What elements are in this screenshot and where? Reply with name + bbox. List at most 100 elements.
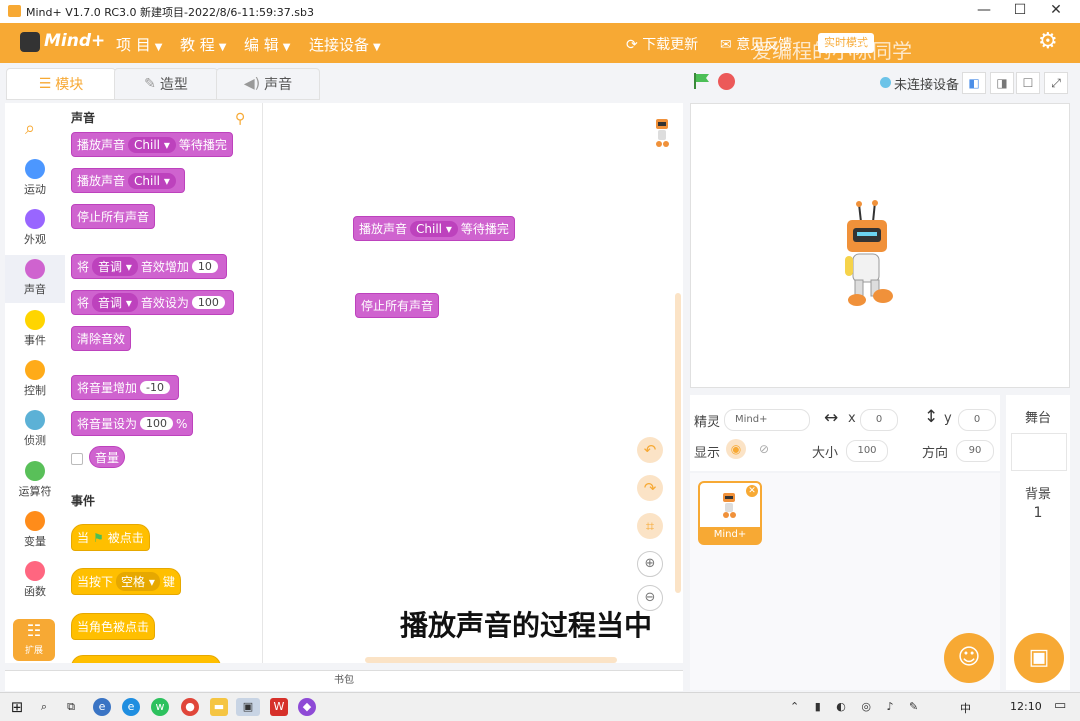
block-change-volume[interactable]: 将音量增加 -10 xyxy=(71,375,179,400)
block-stop-all-sounds[interactable]: 停止所有声音 xyxy=(71,204,156,229)
notification-icon[interactable]: ▭ xyxy=(1054,698,1066,713)
sprite-thumbnail-icon xyxy=(653,113,671,149)
close-button[interactable]: ✕ xyxy=(1038,2,1074,18)
search-icon[interactable]: ⌕ xyxy=(35,698,53,716)
volume-checkbox[interactable] xyxy=(71,453,83,465)
number-input[interactable]: 10 xyxy=(191,260,218,273)
category-variables[interactable]: 变量 xyxy=(5,511,65,549)
edge-icon[interactable]: e xyxy=(122,698,140,716)
block-play-sound-until-done[interactable]: 播放声音 Chill ▾ 等待播完 xyxy=(71,132,233,157)
sound-dropdown[interactable]: Chill ▾ xyxy=(128,136,176,153)
hide-eye-icon[interactable]: ⊘ xyxy=(754,439,774,459)
mindplus-robot-sprite[interactable] xyxy=(839,200,899,310)
menu-tutorial[interactable]: 教 程 ▼ xyxy=(180,34,226,55)
block-when-flag-clicked[interactable]: 当 ⚑ 被点击 xyxy=(71,524,150,551)
green-flag-icon[interactable] xyxy=(693,73,711,89)
size-input[interactable]: 100 xyxy=(846,440,888,462)
y-input[interactable]: 0 xyxy=(958,409,996,431)
block-when-key-pressed[interactable]: 当按下 空格 ▾ 键 xyxy=(71,568,181,595)
effect-dropdown[interactable]: 音调 ▾ xyxy=(92,257,138,276)
script-workspace[interactable]: 播放声音 Chill ▾ 等待播完 停止所有声音 ↶ ↷ ⌗ ⊕ ⊖ xyxy=(263,103,683,663)
category-sensing[interactable]: 侦测 xyxy=(5,410,65,448)
ime-indicator[interactable]: 中 xyxy=(960,700,971,716)
reporter-volume[interactable]: 音量 xyxy=(89,446,126,468)
clock[interactable]: 12:10 xyxy=(1010,700,1042,713)
number-input[interactable]: 100 xyxy=(140,417,174,430)
redo-icon[interactable]: ↷ xyxy=(637,475,663,501)
app-icon-red[interactable]: ◆ xyxy=(298,698,316,716)
choose-sprite-button[interactable]: ☺ xyxy=(944,633,994,683)
browser-icon[interactable]: e xyxy=(93,698,111,716)
zoom-in-icon[interactable]: ⊕ xyxy=(637,551,663,577)
number-input[interactable]: -10 xyxy=(140,381,170,394)
stop-icon[interactable] xyxy=(718,73,735,90)
stage-canvas[interactable] xyxy=(690,103,1070,388)
vertical-scrollbar[interactable] xyxy=(675,293,681,593)
category-control[interactable]: 控制 xyxy=(5,360,65,398)
direction-input[interactable]: 90 xyxy=(956,440,994,462)
chrome-icon[interactable]: ● xyxy=(181,698,199,716)
crop-icon[interactable]: ⌗ xyxy=(637,513,663,539)
minimize-button[interactable]: — xyxy=(966,2,1002,18)
sound-dropdown[interactable]: Chill ▾ xyxy=(410,220,458,237)
block-when-sprite-clicked[interactable]: 当角色被点击 xyxy=(71,613,156,640)
x-input[interactable]: 0 xyxy=(860,409,898,431)
mindplus-taskbar-icon[interactable]: ▣ xyxy=(236,698,260,716)
backpack-bar[interactable]: 书包 xyxy=(5,670,683,691)
key-dropdown[interactable]: 空格 ▾ xyxy=(116,572,160,591)
search-icon[interactable]: ⌕ xyxy=(25,118,35,139)
feedback-icon: ✉ xyxy=(720,37,737,53)
extension-button[interactable]: ☷ 扩展 xyxy=(13,619,55,661)
task-view-icon[interactable]: ⧉ xyxy=(62,698,80,716)
block-event-partial[interactable] xyxy=(71,655,221,663)
block-clear-effects[interactable]: 清除音效 xyxy=(71,326,132,351)
wechat-icon[interactable]: w xyxy=(151,698,169,716)
block-text: 停止所有声音 xyxy=(77,210,150,224)
effect-dropdown[interactable]: 音调 ▾ xyxy=(92,293,138,312)
sound-dropdown[interactable]: Chill ▾ xyxy=(128,172,176,189)
show-eye-icon[interactable]: ◉ xyxy=(726,439,746,459)
wps-icon[interactable]: W xyxy=(270,698,288,716)
sprite-tile[interactable]: ✕ Mind+ xyxy=(698,481,762,545)
category-motion[interactable]: 运动 xyxy=(5,159,65,197)
category-looks[interactable]: 外观 xyxy=(5,209,65,247)
horizontal-scrollbar[interactable] xyxy=(365,657,617,663)
script-block-play-sound-until-done[interactable]: 播放声音 Chill ▾ 等待播完 xyxy=(353,216,515,241)
tab-costumes[interactable]: ✎ 造型 xyxy=(114,68,218,100)
system-tray-icons: ⌃ ▮ ◐ ◎ ♪ ✎ xyxy=(790,700,925,713)
download-update-button[interactable]: ⟳ 下载更新 xyxy=(626,34,698,54)
choose-backdrop-button[interactable]: ▣ xyxy=(1014,633,1064,683)
large-stage-icon[interactable]: ◨ xyxy=(990,72,1014,94)
maximize-button[interactable]: ☐ xyxy=(1002,2,1038,18)
file-explorer-icon[interactable]: ▬ xyxy=(210,698,228,716)
fullscreen-icon[interactable]: ⤢ xyxy=(1044,72,1068,94)
stage-selector-panel[interactable]: 舞台 背景 1 ▣ xyxy=(1006,395,1070,690)
stage-thumbnail[interactable] xyxy=(1011,433,1067,471)
menu-project[interactable]: 项 目 ▼ xyxy=(116,34,162,55)
category-events[interactable]: 事件 xyxy=(5,310,65,348)
block-set-volume[interactable]: 将音量设为 100 % xyxy=(71,411,194,436)
menu-connect-device[interactable]: 连接设备 ▼ xyxy=(309,34,381,55)
start-icon[interactable]: ⊞ xyxy=(8,698,26,716)
category-operators[interactable]: 运算符 xyxy=(5,461,65,499)
tab-sounds[interactable]: ◀) 声音 xyxy=(216,68,320,100)
category-sound[interactable]: 声音 xyxy=(5,255,65,303)
script-block-stop-all-sounds[interactable]: 停止所有声音 xyxy=(355,293,440,318)
sprite-name-input[interactable]: Mind+ xyxy=(724,409,810,431)
settings-gear-icon[interactable]: ⚙ xyxy=(1038,29,1058,54)
undo-icon[interactable]: ↶ xyxy=(637,437,663,463)
number-input[interactable]: 100 xyxy=(191,296,225,309)
pin-icon[interactable]: ⚲ xyxy=(235,111,245,127)
fullstage-icon[interactable]: ☐ xyxy=(1016,72,1040,94)
block-text: 等待播完 xyxy=(178,138,227,152)
delete-sprite-icon[interactable]: ✕ xyxy=(746,485,758,497)
menu-edit-label: 编 辑 xyxy=(244,36,279,54)
small-stage-icon[interactable]: ◧ xyxy=(962,72,986,94)
category-functions[interactable]: 函数 xyxy=(5,561,65,599)
menu-edit[interactable]: 编 辑 ▼ xyxy=(244,34,290,55)
block-start-sound[interactable]: 播放声音 Chill ▾ xyxy=(71,168,185,193)
block-change-effect[interactable]: 将 音调 ▾ 音效增加 10 xyxy=(71,254,227,279)
tab-blocks[interactable]: ☰ 模块 xyxy=(6,68,116,100)
mindplus-logo[interactable]: Mind+ xyxy=(20,30,105,56)
block-set-effect[interactable]: 将 音调 ▾ 音效设为 100 xyxy=(71,290,234,315)
